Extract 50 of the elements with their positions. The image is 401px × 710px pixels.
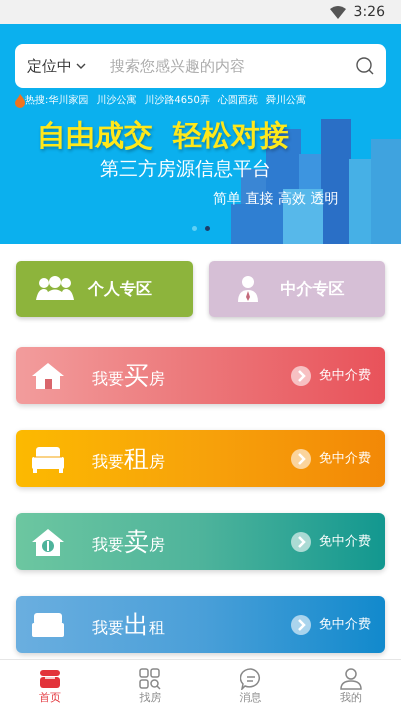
zone-button[interactable]: 个人专区 [16, 261, 192, 317]
house-coin-icon [32, 528, 64, 556]
service-title: 我要买房 [92, 360, 165, 392]
service-note: 免中介费 [319, 616, 371, 634]
service-card[interactable]: 我要卖房 免中介费 [16, 513, 385, 570]
hot-search-link[interactable]: 川沙公寓 [96, 93, 136, 108]
search-icon[interactable] [356, 57, 374, 75]
flame-icon [15, 94, 25, 108]
banner-subtitle: 第三方房源信息平台 [100, 156, 272, 182]
banner-headline: 自由成交 轻松对接 [37, 118, 290, 153]
bed-icon [32, 610, 64, 638]
people-icon [35, 276, 75, 302]
caret-icon [76, 63, 86, 69]
location-dropdown[interactable]: 定位中 [27, 54, 86, 78]
service-note: 免中介费 [319, 532, 371, 551]
house-icon [32, 362, 64, 390]
home-icon [39, 668, 62, 690]
carousel-dot[interactable] [204, 226, 210, 232]
search-field[interactable]: 定位中 搜索您感兴趣的内容 [15, 44, 386, 88]
wifi-icon [330, 6, 346, 18]
chevron-right-icon [291, 532, 311, 552]
chevron-right-icon [291, 448, 311, 468]
service-title: 我要卖房 [92, 526, 165, 558]
chevron-right-icon [291, 614, 311, 634]
hot-search-link[interactable]: 川沙路4650弄 [144, 93, 210, 108]
tab-item[interactable]: 消息 [200, 660, 301, 710]
tab-item[interactable]: 我的 [300, 660, 401, 710]
user-icon [340, 668, 362, 690]
bed-icon [32, 444, 64, 472]
hot-search-label: 热搜: [25, 94, 48, 108]
banner-tagline: 简单 直接 高效 透明 [213, 190, 340, 210]
service-title: 我要租房 [92, 442, 165, 475]
service-card[interactable]: 我要买房 免中介费 [16, 347, 385, 404]
hot-search-link[interactable]: 心圆西苑 [218, 93, 258, 108]
service-note: 免中介费 [319, 366, 371, 385]
service-note: 免中介费 [319, 450, 371, 468]
person-tie-icon [238, 276, 258, 302]
tab-item[interactable]: 找房 [100, 660, 200, 710]
carousel-dot[interactable] [192, 226, 196, 232]
tab-item[interactable]: 首页 [0, 660, 100, 710]
service-card[interactable]: 我要出 租 免中介费 [16, 596, 385, 653]
hot-search-link[interactable]: 华川家园 [48, 93, 88, 108]
hot-search-link[interactable]: 舜川公寓 [266, 93, 306, 108]
grid-search-icon [139, 668, 162, 690]
chat-icon [240, 668, 262, 690]
service-title: 我要出 租 [92, 608, 165, 641]
chevron-right-icon [291, 366, 311, 386]
zone-button[interactable]: 中介专区 [208, 261, 385, 317]
status-time: 3:26 [354, 2, 385, 22]
service-card[interactable]: 我要租房 免中介费 [16, 430, 385, 487]
